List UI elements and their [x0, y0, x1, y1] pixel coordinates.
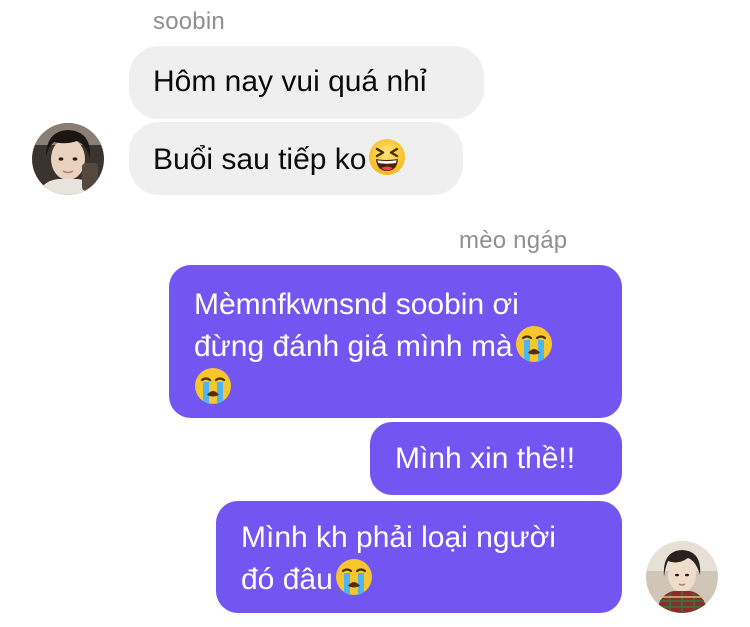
outgoing-message-bubble[interactable]: Mình kh phải loại người đó đâu: [216, 501, 622, 613]
outgoing-message-bubble[interactable]: Mình xin thề!!: [370, 422, 622, 495]
incoming-message-bubble[interactable]: Hôm nay vui quá nhỉ: [129, 46, 484, 119]
loudly-crying-face-emoji: [335, 558, 373, 596]
message-text-line: Mình kh phải loại người: [241, 521, 556, 554]
chat-thread: soobin Hôm nay vui quá nhỉ Buổi sau tiếp…: [0, 0, 750, 627]
grinning-squinting-face-emoji: [368, 138, 406, 176]
message-text: Mình xin thề!!: [395, 442, 576, 475]
message-text-line: đừng đánh giá mình mà: [194, 330, 513, 363]
message-text-line: đó đâu: [241, 563, 333, 596]
message-text-line: Mèmnfkwnsnd soobin ơi: [194, 288, 519, 321]
message-text: Buổi sau tiếp ko: [153, 143, 367, 176]
message-text: Hôm nay vui quá nhỉ: [153, 65, 427, 98]
incoming-avatar[interactable]: [32, 123, 104, 195]
loudly-crying-face-emoji: [515, 325, 553, 363]
outgoing-sender-name: mèo ngáp: [459, 227, 568, 254]
incoming-sender-name: soobin: [153, 8, 225, 35]
outgoing-message-bubble[interactable]: Mèmnfkwnsnd soobin ơi đừng đánh giá mình…: [169, 265, 622, 418]
incoming-message-bubble[interactable]: Buổi sau tiếp ko: [129, 122, 463, 195]
loudly-crying-face-emoji: [194, 367, 232, 405]
outgoing-avatar[interactable]: [646, 541, 718, 613]
